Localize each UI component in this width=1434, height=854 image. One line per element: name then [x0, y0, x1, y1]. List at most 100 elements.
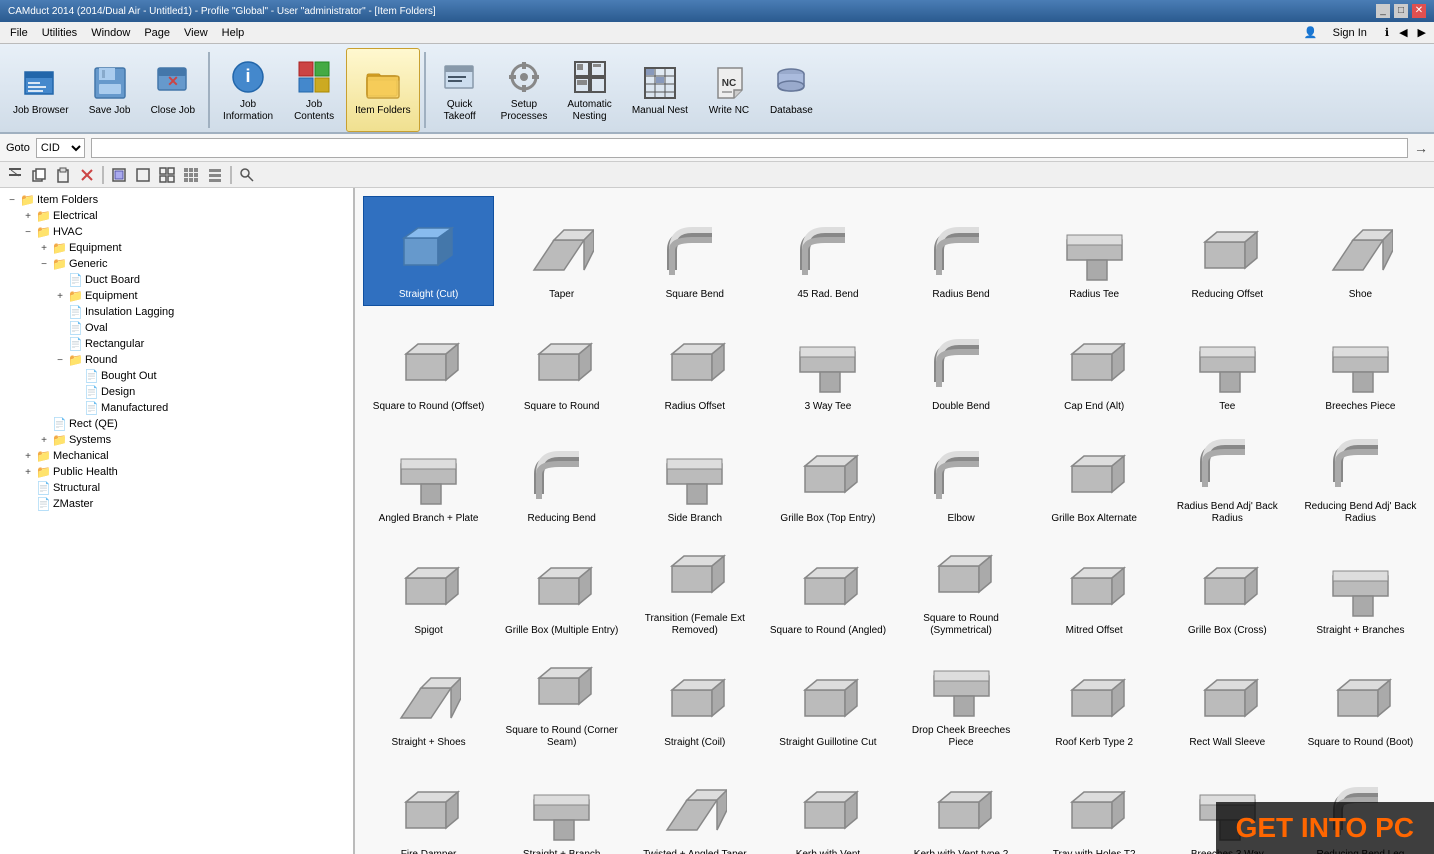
menu-item-utilities[interactable]: Utilities: [36, 25, 83, 41]
item-cell[interactable]: Reducing Bend Adj' Back Radius: [1295, 420, 1426, 530]
tree-toggle[interactable]: −: [4, 195, 20, 206]
item-cell[interactable]: Double Bend: [896, 308, 1027, 418]
maximize-btn[interactable]: □: [1394, 4, 1408, 18]
item-cell[interactable]: Radius Bend Adj' Back Radius: [1162, 420, 1293, 530]
tree-item[interactable]: 📄 Insulation Lagging: [0, 304, 353, 320]
tree-item[interactable]: 📄 Oval: [0, 320, 353, 336]
item-cell[interactable]: Square Bend: [629, 196, 760, 306]
tree-toggle[interactable]: −: [52, 355, 68, 366]
toolbar2-btn7[interactable]: [156, 165, 178, 185]
item-cell[interactable]: Square to Round (Offset): [363, 308, 494, 418]
tree-item[interactable]: + 📁 Equipment: [0, 240, 353, 256]
toolbar2-delete-btn[interactable]: [76, 165, 98, 185]
item-cell[interactable]: Kerb with Vent: [762, 756, 893, 854]
item-cell[interactable]: Roof Kerb Type 2: [1029, 644, 1160, 754]
address-go-btn[interactable]: →: [1414, 140, 1428, 156]
item-cell[interactable]: Square to Round (Boot): [1295, 644, 1426, 754]
sign-in-btn[interactable]: 👤 Sign In: [1292, 22, 1379, 43]
job-browser-btn[interactable]: Job Browser: [4, 48, 78, 132]
menu-item-view[interactable]: View: [178, 25, 214, 41]
close-btn[interactable]: ✕: [1412, 4, 1426, 18]
item-cell[interactable]: Fire Damper: [363, 756, 494, 854]
toolbar2-cut-btn[interactable]: [4, 165, 26, 185]
toolbar2-copy-btn[interactable]: [28, 165, 50, 185]
menu-item-page[interactable]: Page: [138, 25, 176, 41]
tree-item[interactable]: 📄 Manufactured: [0, 400, 353, 416]
tree-item[interactable]: + 📁 Public Health: [0, 464, 353, 480]
database-btn[interactable]: Database: [761, 48, 822, 132]
item-folders-btn[interactable]: Item Folders: [346, 48, 420, 132]
tree-item[interactable]: 📄 ZMaster: [0, 496, 353, 512]
item-cell[interactable]: Cap End (Alt): [1029, 308, 1160, 418]
tree-toggle[interactable]: −: [36, 259, 52, 270]
toolbar2-btn8[interactable]: [180, 165, 202, 185]
item-cell[interactable]: Grille Box Alternate: [1029, 420, 1160, 530]
tree-toggle[interactable]: +: [20, 467, 36, 478]
quick-takeoff-btn[interactable]: Quick Takeoff: [430, 48, 490, 132]
tree-item[interactable]: 📄 Rectangular: [0, 336, 353, 352]
save-job-btn[interactable]: Save Job: [80, 48, 140, 132]
help-icon-btn[interactable]: ℹ: [1381, 24, 1393, 41]
item-cell[interactable]: Grille Box (Top Entry): [762, 420, 893, 530]
title-bar-controls[interactable]: _ □ ✕: [1376, 4, 1426, 18]
item-cell[interactable]: Reducing Bend: [496, 420, 627, 530]
goto-dropdown[interactable]: CID DXF DWG: [36, 138, 85, 158]
tree-item[interactable]: + 📁 Electrical: [0, 208, 353, 224]
minimize-btn[interactable]: _: [1376, 4, 1390, 18]
tree-item[interactable]: − 📁 Generic: [0, 256, 353, 272]
item-cell[interactable]: Tee: [1162, 308, 1293, 418]
setup-processes-btn[interactable]: Setup Processes: [492, 48, 557, 132]
item-cell[interactable]: Breeches Piece: [1295, 308, 1426, 418]
tree-toggle[interactable]: +: [36, 243, 52, 254]
tree-item[interactable]: 📄 Structural: [0, 480, 353, 496]
toolbar2-btn5[interactable]: [108, 165, 130, 185]
close-job-btn[interactable]: ✕ Close Job: [142, 48, 204, 132]
toolbar2-btn9[interactable]: [204, 165, 226, 185]
nav-next-btn[interactable]: ▶: [1414, 24, 1430, 41]
tree-toggle[interactable]: +: [52, 291, 68, 302]
toolbar2-paste-btn[interactable]: [52, 165, 74, 185]
tree-item[interactable]: − 📁 Round: [0, 352, 353, 368]
tree-item[interactable]: 📄 Design: [0, 384, 353, 400]
item-cell[interactable]: Square to Round: [496, 308, 627, 418]
toolbar2-search-btn[interactable]: [236, 165, 258, 185]
item-cell[interactable]: Shoe: [1295, 196, 1426, 306]
nav-prev-btn[interactable]: ◀: [1395, 24, 1411, 41]
item-cell[interactable]: Straight + Branches: [1295, 532, 1426, 642]
item-cell[interactable]: Side Branch: [629, 420, 760, 530]
address-input[interactable]: [91, 138, 1408, 158]
tree-toggle[interactable]: +: [36, 435, 52, 446]
tree-item[interactable]: − 📁 Item Folders: [0, 192, 353, 208]
tree-item[interactable]: 📄 Rect (QE): [0, 416, 353, 432]
tree-toggle[interactable]: −: [20, 227, 36, 238]
item-cell[interactable]: Straight (Cut): [363, 196, 494, 306]
item-cell[interactable]: Drop Cheek Breeches Piece: [896, 644, 1027, 754]
item-cell[interactable]: Transition (Female Ext Removed): [629, 532, 760, 642]
automatic-nesting-btn[interactable]: Automatic Nesting: [558, 48, 620, 132]
item-cell[interactable]: Straight (Coil): [629, 644, 760, 754]
item-cell[interactable]: Taper: [496, 196, 627, 306]
menu-item-window[interactable]: Window: [85, 25, 136, 41]
tree-item[interactable]: 📄 Bought Out: [0, 368, 353, 384]
item-cell[interactable]: Spigot: [363, 532, 494, 642]
item-cell[interactable]: Mitred Offset: [1029, 532, 1160, 642]
tree-item[interactable]: − 📁 HVAC: [0, 224, 353, 240]
item-cell[interactable]: Elbow: [896, 420, 1027, 530]
item-cell[interactable]: Rect Wall Sleeve: [1162, 644, 1293, 754]
item-cell[interactable]: Square to Round (Angled): [762, 532, 893, 642]
item-cell[interactable]: Grille Box (Multiple Entry): [496, 532, 627, 642]
item-cell[interactable]: Angled Branch + Plate: [363, 420, 494, 530]
item-cell[interactable]: Grille Box (Cross): [1162, 532, 1293, 642]
item-cell[interactable]: Square to Round (Symmetrical): [896, 532, 1027, 642]
item-cell[interactable]: 45 Rad. Bend: [762, 196, 893, 306]
item-cell[interactable]: Straight Guillotine Cut: [762, 644, 893, 754]
item-cell[interactable]: Reducing Offset: [1162, 196, 1293, 306]
item-cell[interactable]: Radius Bend: [896, 196, 1027, 306]
toolbar2-btn6[interactable]: [132, 165, 154, 185]
item-cell[interactable]: Straight + Shoes: [363, 644, 494, 754]
tree-item[interactable]: + 📁 Mechanical: [0, 448, 353, 464]
manual-nest-btn[interactable]: Manual Nest: [623, 48, 697, 132]
item-cell[interactable]: Kerb with Vent type 2: [896, 756, 1027, 854]
menu-item-file[interactable]: File: [4, 25, 34, 41]
item-cell[interactable]: Square to Round (Corner Seam): [496, 644, 627, 754]
